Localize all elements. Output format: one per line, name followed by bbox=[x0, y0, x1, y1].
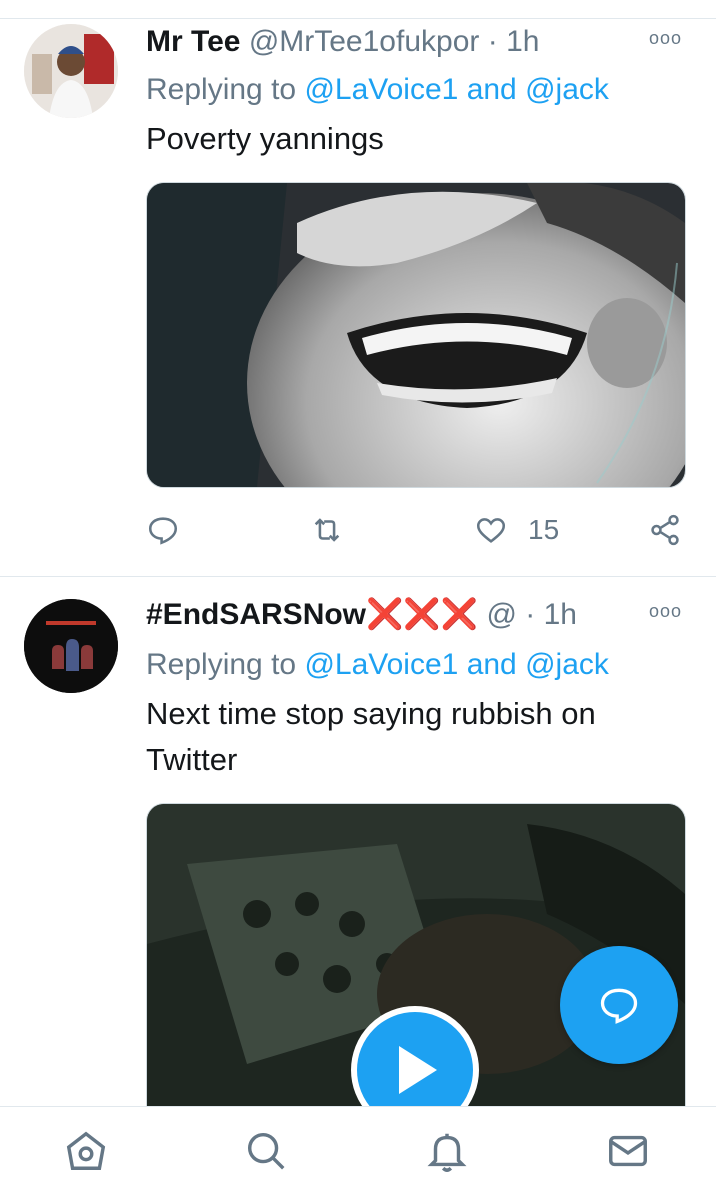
play-icon bbox=[399, 1046, 437, 1094]
nav-search[interactable] bbox=[242, 1127, 290, 1175]
replying-to: Replying to @LaVoice1 and @jack bbox=[146, 70, 609, 110]
mention-link[interactable]: @jack bbox=[525, 648, 609, 681]
share-button[interactable] bbox=[648, 510, 682, 550]
mail-icon bbox=[609, 1135, 647, 1167]
avatar[interactable] bbox=[24, 24, 118, 118]
more-options-button[interactable]: ooo bbox=[649, 601, 682, 622]
replying-to-label: Replying to bbox=[146, 648, 297, 681]
cross-mark-emoji: ❌❌❌ bbox=[366, 598, 479, 631]
timestamp[interactable]: 1h bbox=[506, 25, 539, 58]
like-button[interactable]: 15 bbox=[474, 510, 559, 550]
share-icon bbox=[651, 514, 679, 546]
mention-and: and bbox=[466, 648, 517, 681]
tweet-1[interactable]: Mr Tee @MrTee1ofukpor · 1h ooo Replying … bbox=[0, 0, 716, 576]
retweet-icon bbox=[314, 518, 340, 542]
more-options-button[interactable]: ooo bbox=[649, 28, 682, 49]
display-name[interactable]: Mr Tee bbox=[146, 25, 240, 58]
reply-icon bbox=[148, 517, 178, 545]
mention-link[interactable]: @LaVoice1 bbox=[304, 73, 458, 106]
bell-icon bbox=[427, 1133, 467, 1172]
bottom-navigation bbox=[0, 1106, 716, 1185]
display-name[interactable]: #EndSARSNow bbox=[146, 598, 366, 631]
mention-link[interactable]: @jack bbox=[525, 73, 609, 106]
tweet-photo[interactable] bbox=[146, 182, 686, 488]
tweet-header: #EndSARSNow❌❌❌ @ · 1h bbox=[146, 595, 696, 635]
tweet-text: Next time stop saying rubbish on Twitter bbox=[146, 696, 596, 777]
retweet-button[interactable] bbox=[310, 510, 344, 550]
nav-home[interactable] bbox=[62, 1127, 110, 1175]
tweet-text: Poverty yannings bbox=[146, 121, 384, 156]
user-handle[interactable]: @ bbox=[486, 598, 516, 631]
nav-notifications[interactable] bbox=[423, 1127, 471, 1175]
tweet-actions: 15 bbox=[146, 510, 686, 550]
reply-button[interactable] bbox=[146, 510, 180, 550]
mention-and: and bbox=[466, 73, 517, 106]
nav-messages[interactable] bbox=[604, 1127, 652, 1175]
avatar[interactable] bbox=[24, 599, 118, 693]
tweet-header: Mr Tee @MrTee1ofukpor · 1h bbox=[146, 22, 696, 62]
separator-dot: · bbox=[525, 598, 536, 631]
compose-reply-icon bbox=[600, 988, 638, 1024]
heart-icon bbox=[476, 518, 506, 543]
compose-reply-button[interactable] bbox=[560, 946, 678, 1064]
like-count: 15 bbox=[528, 514, 560, 545]
separator-dot: · bbox=[487, 25, 498, 58]
user-handle[interactable]: @MrTee1ofukpor bbox=[249, 25, 480, 58]
search-icon bbox=[247, 1132, 285, 1170]
replying-to-label: Replying to bbox=[146, 73, 297, 106]
replying-to: Replying to @LaVoice1 and @jack bbox=[146, 645, 609, 685]
home-icon bbox=[66, 1131, 106, 1170]
timestamp[interactable]: 1h bbox=[544, 598, 577, 631]
mention-link[interactable]: @LaVoice1 bbox=[304, 648, 458, 681]
